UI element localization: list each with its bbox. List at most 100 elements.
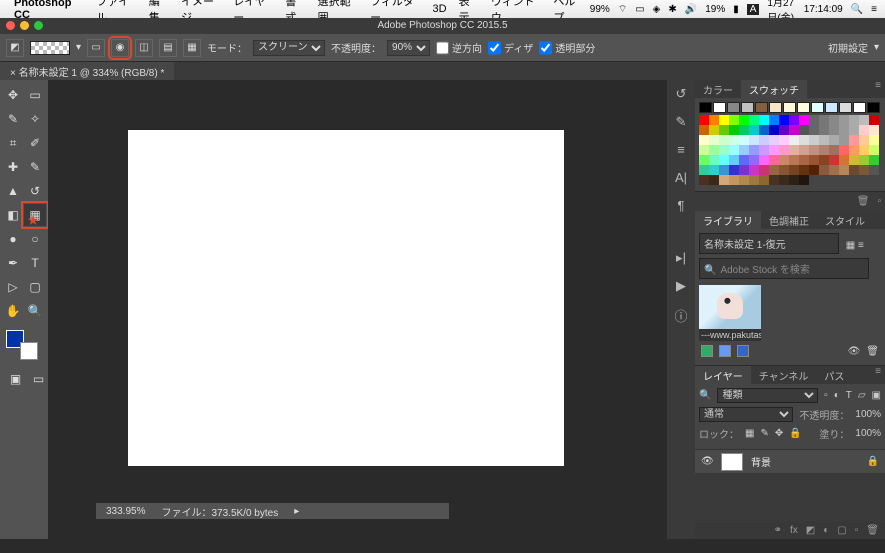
swatch[interactable] [859, 165, 869, 175]
library-tab[interactable]: ライブラリ [695, 211, 761, 229]
swatch[interactable] [789, 155, 799, 165]
eyedropper-tool-icon[interactable]: ✐ [24, 132, 46, 154]
swatch[interactable] [779, 155, 789, 165]
swatch[interactable] [713, 102, 726, 113]
swatch[interactable] [719, 145, 729, 155]
swatch[interactable] [869, 125, 879, 135]
volume-icon[interactable]: 🔊 [685, 4, 697, 15]
swatch[interactable] [779, 145, 789, 155]
styles-tab[interactable]: スタイル [817, 211, 873, 229]
lock-all-icon[interactable]: 🔒 [789, 428, 801, 439]
eraser-tool-icon[interactable]: ◧ [2, 204, 24, 226]
swatch[interactable] [859, 115, 869, 125]
swatch[interactable] [749, 165, 759, 175]
swatch[interactable] [739, 135, 749, 145]
airplay-icon[interactable]: ◈ [653, 4, 661, 15]
status-arrow-icon[interactable]: ▸ [294, 506, 299, 517]
lib-color2-icon[interactable] [719, 345, 731, 357]
menubar-time[interactable]: 17:14:09 [804, 4, 843, 15]
tool-preset-icon[interactable]: ◩ [6, 39, 24, 57]
gradient-tool-icon[interactable]: ▦★ [24, 204, 46, 226]
swatch[interactable] [719, 125, 729, 135]
swatch[interactable] [819, 165, 829, 175]
swatch[interactable] [769, 165, 779, 175]
file-size-status[interactable]: ファイル：373.5K/0 bytes [161, 504, 278, 519]
fill-value[interactable]: 100% [855, 428, 881, 439]
layer-row-background[interactable]: 👁 背景 🔒 [695, 449, 885, 473]
blur-tool-icon[interactable]: ● [2, 228, 24, 250]
swatch[interactable] [779, 125, 789, 135]
trash2-icon[interactable]: 🗑 [866, 346, 879, 357]
swatch[interactable] [749, 155, 759, 165]
document-tab[interactable]: × 名称未設定 1 @ 334% (RGB/8) * [0, 62, 174, 81]
swatch[interactable] [699, 125, 709, 135]
swatch[interactable] [829, 115, 839, 125]
new-icon[interactable]: ▫ [877, 196, 881, 207]
magic-wand-tool-icon[interactable]: ✧ [24, 108, 46, 130]
swatch[interactable] [709, 145, 719, 155]
swatch[interactable] [759, 115, 769, 125]
swatch[interactable] [769, 125, 779, 135]
swatch[interactable] [867, 102, 880, 113]
swatch[interactable] [739, 145, 749, 155]
layer-opacity-value[interactable]: 100% [855, 409, 881, 420]
adjustment-icon[interactable]: ◐ [823, 525, 829, 536]
swatch[interactable] [869, 135, 879, 145]
swatch[interactable] [779, 175, 789, 185]
swatch[interactable] [819, 115, 829, 125]
trash-icon[interactable]: 🗑 [857, 196, 870, 207]
swatch[interactable] [709, 175, 719, 185]
swatch[interactable] [755, 102, 768, 113]
link-layers-icon[interactable]: ⚭ [774, 525, 782, 536]
swatch[interactable] [829, 135, 839, 145]
path-tool-icon[interactable]: ▷ [2, 276, 24, 298]
swatch[interactable] [799, 165, 809, 175]
traffic-lights[interactable] [6, 21, 43, 30]
swatch[interactable] [869, 155, 879, 165]
gradient-diamond-icon[interactable]: ▦ [183, 39, 201, 57]
swatch[interactable] [769, 102, 782, 113]
swatch[interactable] [799, 175, 809, 185]
filter-kind-icon[interactable]: 🔍 [699, 390, 711, 401]
swatch[interactable] [825, 102, 838, 113]
swatch[interactable] [829, 145, 839, 155]
swatch[interactable] [799, 145, 809, 155]
swatch[interactable] [849, 155, 859, 165]
swatch[interactable] [783, 102, 796, 113]
swatch[interactable] [869, 115, 879, 125]
filter-adj-icon[interactable]: ◐ [834, 390, 840, 401]
library-thumbnail[interactable] [699, 285, 761, 329]
swatch[interactable] [789, 175, 799, 185]
swatch[interactable] [819, 135, 829, 145]
filter-smart-icon[interactable]: ▣ [872, 390, 881, 401]
swatch[interactable] [799, 135, 809, 145]
close-window-icon[interactable] [6, 21, 15, 30]
swatch[interactable] [739, 115, 749, 125]
adjustments-tab[interactable]: 色調補正 [761, 211, 817, 229]
reverse-checkbox[interactable]: 逆方向 [436, 40, 482, 56]
group-icon[interactable]: ▢ [837, 525, 846, 536]
swatch[interactable] [739, 155, 749, 165]
gradient-linear-icon[interactable]: ▭ [87, 39, 105, 57]
swatch[interactable] [719, 165, 729, 175]
canvas[interactable] [128, 130, 564, 466]
swatch[interactable] [779, 135, 789, 145]
swatch[interactable] [859, 125, 869, 135]
swatch[interactable] [809, 115, 819, 125]
swatch[interactable] [759, 155, 769, 165]
swatch[interactable] [699, 175, 709, 185]
swatch[interactable] [809, 135, 819, 145]
battery-icon[interactable]: ▮ [733, 4, 739, 15]
swatch[interactable] [869, 145, 879, 155]
layer-visibility-icon[interactable]: 👁 [701, 456, 713, 467]
swatch[interactable] [849, 135, 859, 145]
swatch[interactable] [727, 102, 740, 113]
layers-menu-icon[interactable]: ≡ [871, 366, 885, 384]
swatch[interactable] [853, 102, 866, 113]
stamp-tool-icon[interactable]: ▲ [2, 180, 24, 202]
swatch[interactable] [809, 125, 819, 135]
crop-tool-icon[interactable]: ⌗ [2, 132, 24, 154]
swatch[interactable] [819, 145, 829, 155]
swatch[interactable] [839, 135, 849, 145]
swatch[interactable] [811, 102, 824, 113]
